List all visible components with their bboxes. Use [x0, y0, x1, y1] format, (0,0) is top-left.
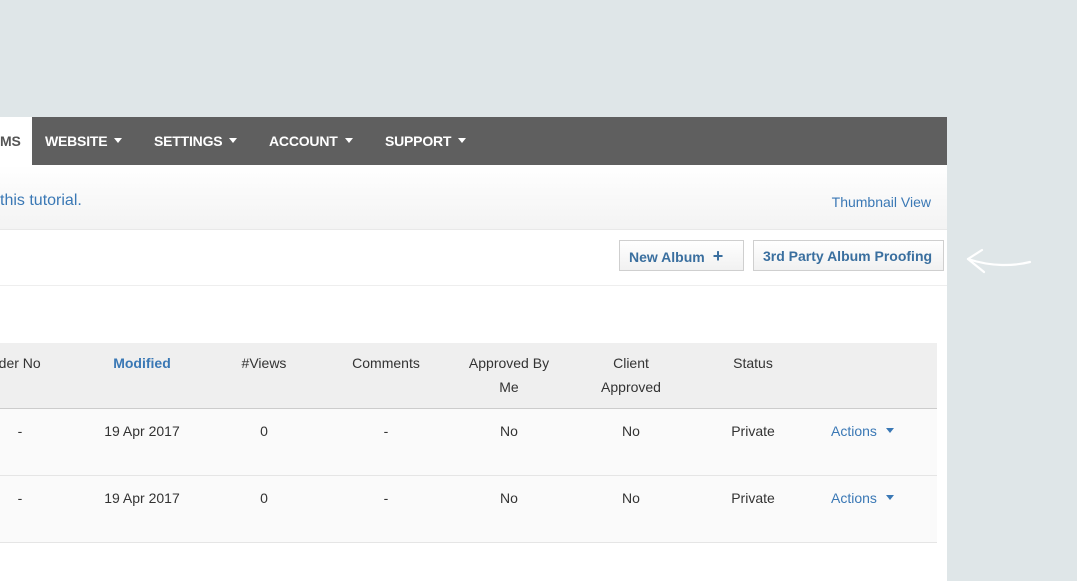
- nav-item-label: ACCOUNT: [269, 133, 338, 149]
- third-party-proofing-button[interactable]: 3rd Party Album Proofing: [753, 240, 944, 271]
- cell-approved-by-me: No: [500, 423, 518, 439]
- caret-down-icon: [344, 137, 353, 143]
- cell-order-no: -: [17, 423, 23, 439]
- caret-down-icon: [885, 494, 894, 500]
- caret-down-icon: [885, 427, 894, 433]
- top-nav: MS WEBSITE SETTINGS ACCOUNT SUPPORT: [0, 117, 947, 165]
- header-line: Me: [499, 379, 519, 395]
- new-album-button[interactable]: New Album +: [619, 240, 744, 271]
- header-views[interactable]: #Views: [224, 351, 304, 375]
- tutorial-link[interactable]: this tutorial.: [0, 192, 82, 210]
- header-line: Client: [613, 355, 649, 371]
- cell-status: Private: [731, 490, 775, 506]
- cell-modified: 19 Apr 2017: [104, 490, 180, 506]
- hand-drawn-arrow-icon: [966, 248, 1032, 274]
- cell-modified: 19 Apr 2017: [104, 423, 180, 439]
- nav-item-label: SETTINGS: [154, 133, 223, 149]
- info-strip: this tutorial. Thumbnail View: [0, 165, 947, 230]
- nav-item-settings[interactable]: SETTINGS: [154, 117, 238, 165]
- cell-status: Private: [731, 423, 775, 439]
- new-album-label: New Album: [629, 249, 705, 265]
- header-line: Approved: [601, 379, 661, 395]
- cell-views: 0: [260, 423, 268, 439]
- cell-comments: -: [383, 423, 389, 439]
- table-row: - 19 Apr 2017 0 - No No Private Actions: [0, 409, 937, 476]
- nav-item-support[interactable]: SUPPORT: [385, 117, 467, 165]
- third-party-proofing-label: 3rd Party Album Proofing: [763, 248, 933, 264]
- header-client-approved[interactable]: Client Approved: [581, 351, 681, 399]
- plus-icon: +: [712, 246, 724, 266]
- cell-comments: -: [383, 490, 389, 506]
- caret-down-icon: [114, 137, 123, 143]
- thumbnail-view-link[interactable]: Thumbnail View: [832, 194, 931, 210]
- nav-item-albums[interactable]: MS: [0, 117, 32, 165]
- caret-down-icon: [229, 137, 238, 143]
- actions-dropdown[interactable]: Actions: [831, 486, 894, 510]
- nav-item-label: MS: [0, 133, 21, 149]
- header-order-no[interactable]: rder No: [0, 351, 54, 375]
- header-status[interactable]: Status: [713, 351, 793, 375]
- cell-approved-by-me: No: [500, 490, 518, 506]
- cell-views: 0: [260, 490, 268, 506]
- header-comments[interactable]: Comments: [336, 351, 436, 375]
- nav-item-website[interactable]: WEBSITE: [45, 117, 123, 165]
- actions-label: Actions: [831, 490, 877, 506]
- cell-order-no: -: [17, 490, 23, 506]
- header-approved-by-me[interactable]: Approved By Me: [459, 351, 559, 399]
- table-header: rder No Modified #Views Comments Approve…: [0, 343, 937, 409]
- table-row: - 19 Apr 2017 0 - No No Private Actions: [0, 476, 937, 543]
- nav-item-label: SUPPORT: [385, 133, 452, 149]
- main-panel: MS WEBSITE SETTINGS ACCOUNT SUPPORT this…: [0, 117, 947, 581]
- albums-table: rder No Modified #Views Comments Approve…: [0, 343, 937, 543]
- toolbar: New Album + 3rd Party Album Proofing: [0, 230, 947, 286]
- nav-item-label: WEBSITE: [45, 133, 108, 149]
- cell-client-approved: No: [622, 423, 640, 439]
- cell-client-approved: No: [622, 490, 640, 506]
- actions-dropdown[interactable]: Actions: [831, 419, 894, 443]
- screen: MS WEBSITE SETTINGS ACCOUNT SUPPORT this…: [0, 0, 1077, 581]
- header-line: Approved By: [468, 355, 550, 371]
- header-modified[interactable]: Modified: [92, 351, 192, 375]
- caret-down-icon: [458, 137, 467, 143]
- nav-item-account[interactable]: ACCOUNT: [269, 117, 353, 165]
- actions-label: Actions: [831, 423, 877, 439]
